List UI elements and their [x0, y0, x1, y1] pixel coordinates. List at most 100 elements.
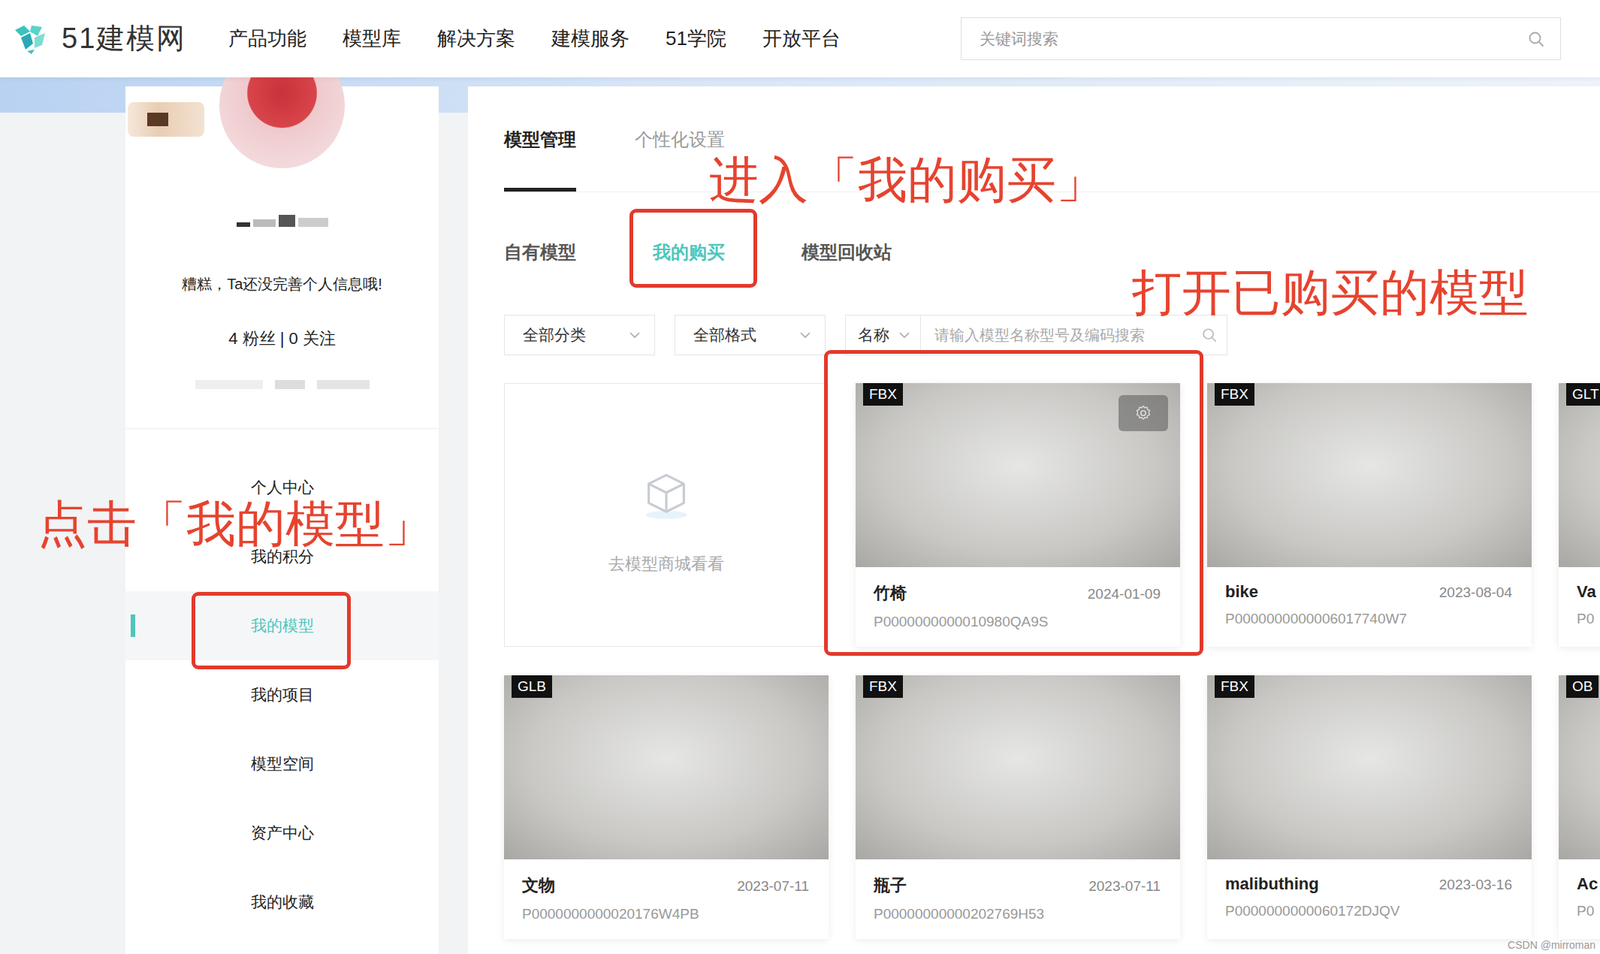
card-info: 瓶子 2023-07-11 P00000000000202769H53 [855, 859, 1181, 939]
blurred-badge [127, 102, 205, 137]
format-badge: FBX [863, 675, 903, 698]
chevron-down-icon [628, 331, 641, 339]
model-date: 2024-01-09 [1087, 585, 1161, 603]
annotation: 打开已购买的模型 [1132, 267, 1529, 317]
brand-logo[interactable]: 51建模网 [12, 19, 229, 58]
annotation: 点击「我的模型」 [37, 498, 435, 549]
empty-card[interactable]: 去模型商城看看 [504, 383, 829, 647]
model-code: P00000000000202769H53 [873, 905, 1161, 923]
format-badge: FBX [1214, 675, 1255, 698]
model-preview: FBX [1207, 675, 1532, 860]
model-code: P0 [1576, 610, 1600, 628]
nav-item[interactable]: 模型库 [342, 25, 402, 52]
model-preview: OB [1558, 675, 1600, 860]
nav-item[interactable]: 开放平台 [762, 25, 841, 52]
model-card[interactable]: GLT VaP0 [1558, 383, 1600, 647]
main-panel: 模型管理个性化设置自有模型我的购买模型回收站全部分类全部格式名称请输入模型名称型… [467, 86, 1600, 954]
card-info: malibuthing 2023-03-16 P0000000000060172DJ… [1207, 859, 1532, 936]
format-badge: GLB [511, 675, 553, 698]
nav-item[interactable]: 产品功能 [228, 25, 307, 52]
nav-item[interactable]: 解决方案 [437, 25, 516, 52]
sidebar-item[interactable]: 模型空间 [125, 729, 439, 799]
watermark: CSDN @mirroman [1507, 938, 1596, 951]
card-info: 文物 2023-07-11 P0000000000020176W4PB [504, 859, 829, 939]
model-date: 2023-03-16 [1439, 876, 1513, 894]
nav-item[interactable]: 51学院 [665, 25, 727, 52]
sidebar-item[interactable]: 我的收藏 [125, 867, 439, 937]
model-search: 名称请输入模型名称型号及编码搜索 [845, 314, 1228, 356]
sidebar-item[interactable]: 我的模型 [125, 591, 439, 661]
model-card[interactable]: FBX 瓶子 2023-07-11 P00000000000202769H53 [855, 675, 1181, 939]
divider [125, 428, 439, 429]
card-info: bike 2023-08-04 P0000000000006017740W7 [1207, 567, 1532, 644]
search-field[interactable]: 关键词搜索 [960, 17, 1561, 61]
blurred-line [195, 380, 370, 390]
model-date: 2023-07-11 [1088, 878, 1161, 895]
model-card[interactable]: FBX malibuthing 2023-03-16 P000000000006017… [1207, 675, 1532, 939]
page: 51建模网 产品功能 模型库 解决方案 建模服务 51学院 开放平台 关键词搜索糟糕，Ta还没… [0, 0, 1600, 954]
empty-card-text: 去模型商城看看 [608, 552, 725, 576]
model-card[interactable]: OB Ac P0 [1558, 675, 1600, 939]
format-badge: FBX [1214, 383, 1255, 406]
model-name: 瓶子 [873, 874, 907, 897]
format-badge: OB [1566, 675, 1599, 698]
filter-dropdown[interactable]: 全部分类 [504, 314, 656, 356]
model-code: P0000000000060172DJQV [1225, 902, 1513, 920]
filter-dropdown[interactable]: 全部格式 [674, 314, 826, 356]
model-code: P0000000000006017740W7 [1225, 610, 1513, 628]
gear-icon [1134, 404, 1153, 423]
search-placeholder: 关键词搜索 [979, 28, 1059, 50]
highlight-box [629, 208, 758, 288]
card-info: VaP0 [1558, 567, 1600, 644]
model-name: 文物 [522, 874, 556, 897]
subtab[interactable]: 自有模型 [504, 240, 577, 265]
format-badge: GLT [1566, 383, 1600, 406]
active-marker [130, 614, 136, 637]
search-field-select[interactable]: 名称 [845, 315, 921, 355]
sidebar-item[interactable]: 我的项目 [125, 660, 439, 730]
model-search-input[interactable]: 请输入模型名称型号及编码搜索 [920, 315, 1227, 355]
model-card[interactable]: FBX bike 2023-08-04 P0000000000006017740W7 [1207, 383, 1532, 647]
model-preview: FBX [1207, 383, 1532, 568]
model-code: P0000000000020176W4PB [522, 905, 810, 923]
model-code: P0000000000010980QA9S [873, 613, 1161, 631]
nav-item[interactable]: 建模服务 [551, 25, 630, 52]
model-name: bike [1225, 582, 1259, 602]
model-grid: 去模型商城看看 FBX 竹椅 2024-01-09 P0000000000010980Q… [504, 383, 1600, 939]
chevron-down-icon [799, 331, 812, 339]
model-preview: FBX [855, 675, 1181, 860]
model-card[interactable]: FBX 竹椅 2024-01-09 P0000000000010980QA9S [855, 383, 1181, 647]
model-preview: GLB [504, 675, 829, 860]
card-info: Ac P0 [1558, 859, 1600, 936]
model-preview: FBX [855, 383, 1181, 568]
tab[interactable]: 模型管理 [504, 127, 577, 192]
settings-button[interactable] [1118, 395, 1169, 432]
model-card[interactable]: GLB 文物 2023-07-11 P0000000000020176W4PB [504, 675, 829, 939]
filter-bar: 全部分类全部格式名称请输入模型名称型号及编码搜索 [504, 314, 1600, 356]
search-icon[interactable] [1201, 326, 1218, 344]
model-name: 竹椅 [873, 582, 907, 605]
main-nav: 产品功能 模型库 解决方案 建模服务 51学院 开放平台 [228, 25, 961, 52]
logo-icon [12, 22, 50, 56]
subtab-bar: 自有模型 我的购买 模型回收站 [504, 240, 1600, 265]
model-code: P0 [1576, 902, 1600, 920]
model-name: malibuthing [1225, 874, 1320, 894]
sidebar-item[interactable]: 资产中心 [125, 798, 439, 868]
highlight-box [191, 591, 351, 670]
search-icon[interactable] [1527, 30, 1546, 49]
highlight-box [824, 350, 1204, 656]
model-date: 2023-07-11 [736, 878, 810, 895]
model-date: 2023-08-04 [1439, 584, 1513, 601]
blurred-name [236, 214, 329, 227]
model-preview: GLT [1558, 383, 1600, 568]
chevron-down-icon [898, 331, 911, 339]
brand-text: 51建模网 [61, 19, 187, 58]
box-icon [640, 470, 692, 522]
subtab[interactable]: 模型回收站 [801, 240, 892, 265]
model-name: Ac [1576, 874, 1598, 894]
top-bar: 51建模网 产品功能 模型库 解决方案 建模服务 51学院 开放平台 关键词搜索 [0, 0, 1600, 78]
profile-bio: 糟糕，Ta还没完善个人信息哦! [181, 273, 383, 295]
subtab[interactable]: 我的购买 [652, 240, 725, 265]
card-info: 竹椅 2024-01-09 P0000000000010980QA9S [855, 567, 1181, 647]
profile-stats[interactable]: 4 粉丝 | 0 关注 [228, 328, 336, 350]
